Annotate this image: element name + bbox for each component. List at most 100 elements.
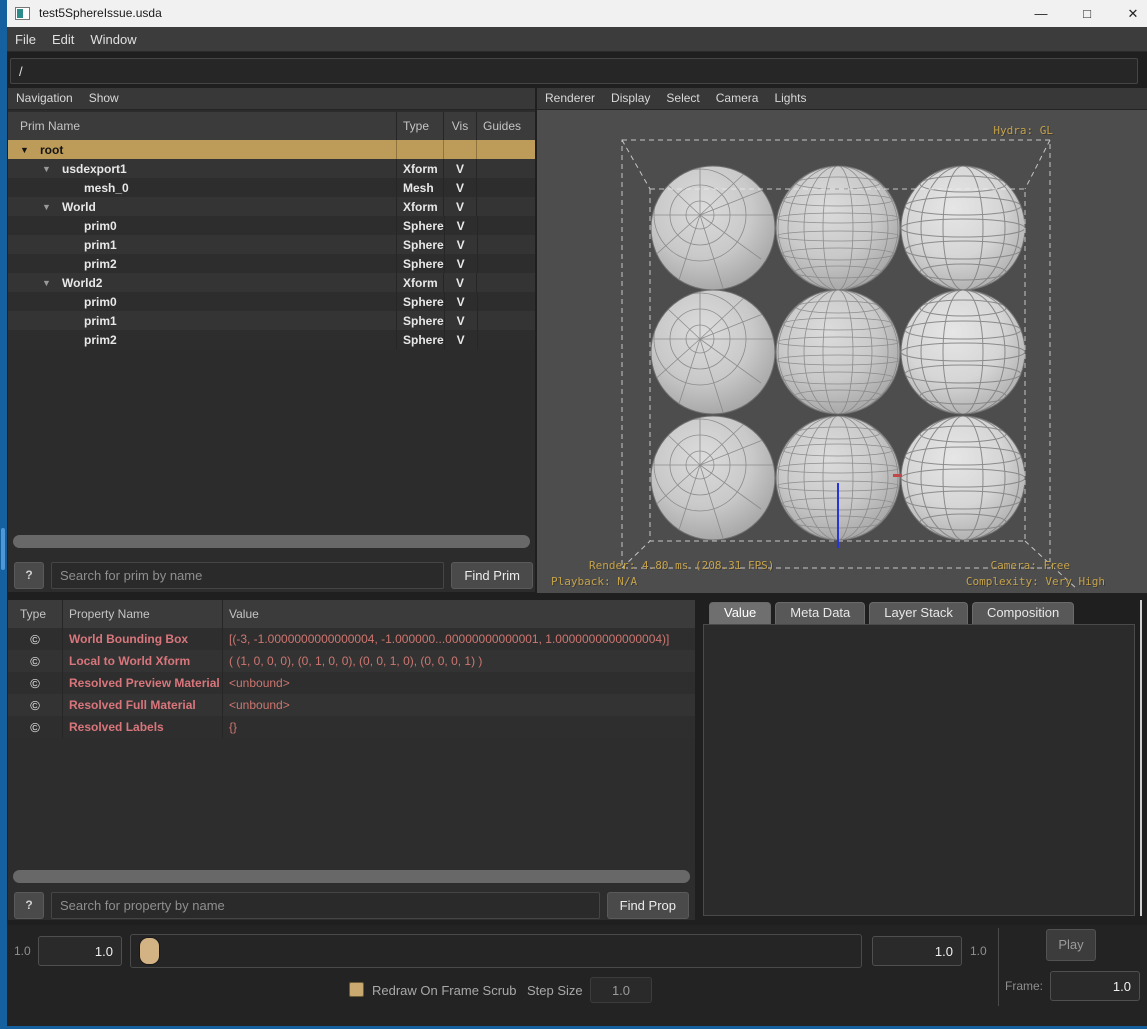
- find-prim-button[interactable]: Find Prim: [451, 562, 533, 589]
- prim-vis-toggle[interactable]: V: [443, 273, 476, 292]
- tab-composition[interactable]: Composition: [972, 602, 1074, 624]
- value-content-area: [703, 624, 1135, 916]
- frame-slider-handle[interactable]: [139, 937, 160, 965]
- tree-row-mesh_0[interactable]: mesh_0MeshV: [8, 178, 535, 197]
- viewport-canvas[interactable]: Hydra: GL Render: 4.80 ms (208.31 FPS) P…: [537, 110, 1147, 593]
- start-frame-input[interactable]: [38, 936, 122, 966]
- property-row[interactable]: ©Local to World Xform( (1, 0, 0, 0), (0,…: [8, 650, 695, 672]
- maximize-button[interactable]: □: [1065, 0, 1109, 27]
- tree-row-usdexport1[interactable]: ▼usdexport1XformV: [8, 159, 535, 178]
- expand-arrow-icon[interactable]: ▼: [20, 145, 40, 155]
- prim-guides-cell: [477, 235, 535, 254]
- step-size-label: Step Size: [527, 983, 583, 998]
- redraw-checkbox[interactable]: [349, 982, 364, 997]
- prim-vis-toggle[interactable]: V: [443, 159, 476, 178]
- property-row[interactable]: ©Resolved Preview Material<unbound>: [8, 672, 695, 694]
- tree-row-prim1[interactable]: prim1SphereV: [8, 311, 535, 330]
- prim-guides-cell: [476, 178, 535, 197]
- prim-vis-toggle[interactable]: [443, 140, 476, 159]
- axis-indicator-red: [893, 474, 902, 477]
- prim-vis-toggle[interactable]: V: [444, 311, 477, 330]
- tab-value[interactable]: Value: [709, 602, 771, 624]
- property-value-label: [(-3, -1.0000000000000004, -1.000000...0…: [222, 628, 695, 650]
- prim-path-input[interactable]: [10, 58, 1138, 84]
- property-name-label: Resolved Labels: [62, 716, 222, 738]
- computed-property-icon: ©: [8, 628, 62, 650]
- expand-arrow-icon[interactable]: ▼: [42, 202, 62, 212]
- frame-slider[interactable]: [130, 934, 862, 968]
- prim-name-label: root: [40, 143, 63, 157]
- viewport-menubar: RendererDisplaySelectCameraLights: [537, 88, 1147, 110]
- prim-vis-toggle[interactable]: V: [444, 235, 477, 254]
- tab-layer-stack[interactable]: Layer Stack: [869, 602, 968, 624]
- property-row[interactable]: ©Resolved Full Material<unbound>: [8, 694, 695, 716]
- prim-type-label: Xform: [396, 197, 443, 216]
- property-value-label: <unbound>: [222, 672, 695, 694]
- property-column-headers: Type Property Name Value: [8, 600, 695, 628]
- prim-name-label: prim0: [84, 295, 117, 309]
- expand-arrow-icon[interactable]: ▼: [42, 278, 62, 288]
- tree-menu-show[interactable]: Show: [81, 88, 127, 105]
- tree-row-prim0[interactable]: prim0 SphereV: [8, 216, 535, 235]
- tree-menu-navigation[interactable]: Navigation: [8, 88, 81, 105]
- column-header-type: Type: [8, 600, 62, 628]
- prim-search-input[interactable]: [51, 562, 444, 589]
- prim-guides-cell: [477, 254, 535, 273]
- tree-row-prim1[interactable]: prim1 SphereV: [8, 235, 535, 254]
- window-border-highlight: [1, 528, 5, 570]
- expand-arrow-icon[interactable]: ▼: [42, 164, 62, 174]
- tree-row-prim2[interactable]: prim2SphereV: [8, 330, 535, 349]
- prim-type-label: Sphere: [396, 216, 444, 235]
- property-search-help-button[interactable]: ?: [14, 892, 44, 919]
- timeline-divider: [998, 928, 999, 1006]
- prim-vis-toggle[interactable]: V: [444, 292, 477, 311]
- prim-vis-toggle[interactable]: V: [443, 197, 476, 216]
- prim-vis-toggle[interactable]: V: [444, 216, 477, 235]
- end-frame-input[interactable]: [872, 936, 962, 966]
- hud-complexity: Complexity: Very High: [966, 575, 1105, 588]
- prim-vis-toggle[interactable]: V: [443, 178, 476, 197]
- panel-splitter[interactable]: [1140, 600, 1142, 916]
- tab-meta-data[interactable]: Meta Data: [775, 602, 865, 624]
- tree-menubar: NavigationShow: [8, 88, 535, 110]
- frame-input[interactable]: [1050, 971, 1140, 1001]
- tree-horizontal-scrollbar[interactable]: [13, 535, 530, 548]
- find-prop-button[interactable]: Find Prop: [607, 892, 689, 919]
- viewport-menu-camera[interactable]: Camera: [708, 88, 767, 105]
- property-row[interactable]: ©World Bounding Box[(-3, -1.000000000000…: [8, 628, 695, 650]
- close-button[interactable]: ✕: [1111, 0, 1147, 27]
- tree-row-World[interactable]: ▼WorldXformV: [8, 197, 535, 216]
- viewport-menu-select[interactable]: Select: [658, 88, 707, 105]
- tree-row-prim2[interactable]: prim2SphereV: [8, 254, 535, 273]
- prim-type-label: Sphere: [396, 235, 444, 254]
- menu-window[interactable]: Window: [82, 27, 144, 47]
- start-frame-label: 1.0: [14, 944, 31, 958]
- tree-row-root[interactable]: ▼root: [8, 140, 535, 159]
- property-horizontal-scrollbar[interactable]: [13, 870, 690, 883]
- viewport-menu-renderer[interactable]: Renderer: [537, 88, 603, 105]
- viewport-scene: [537, 110, 1147, 593]
- computed-property-icon: ©: [8, 694, 62, 716]
- prim-type-label: Sphere: [396, 292, 444, 311]
- prim-name-label: prim0: [84, 219, 117, 233]
- minimize-button[interactable]: —: [1019, 0, 1063, 27]
- menu-edit[interactable]: Edit: [44, 27, 82, 47]
- viewport-menu-display[interactable]: Display: [603, 88, 658, 105]
- property-panel: Type Property Name Value ©World Bounding…: [8, 600, 695, 920]
- prim-vis-toggle[interactable]: V: [444, 330, 477, 349]
- computed-property-icon: ©: [8, 650, 62, 672]
- prim-type-label: Sphere: [396, 311, 444, 330]
- prim-name-label: prim1: [84, 238, 117, 252]
- menu-file[interactable]: File: [7, 27, 44, 47]
- tree-row-World2[interactable]: ▼World2XformV: [8, 273, 535, 292]
- redraw-checkbox-label: Redraw On Frame Scrub: [372, 983, 517, 998]
- property-row[interactable]: ©Resolved Labels{}: [8, 716, 695, 738]
- play-button[interactable]: Play: [1046, 929, 1096, 961]
- prim-name-label: World2: [62, 276, 102, 290]
- step-size-input[interactable]: [590, 977, 652, 1003]
- prim-vis-toggle[interactable]: V: [444, 254, 477, 273]
- tree-row-prim0[interactable]: prim0 SphereV: [8, 292, 535, 311]
- property-search-input[interactable]: [51, 892, 600, 919]
- prim-search-help-button[interactable]: ?: [14, 562, 44, 589]
- viewport-menu-lights[interactable]: Lights: [766, 88, 814, 105]
